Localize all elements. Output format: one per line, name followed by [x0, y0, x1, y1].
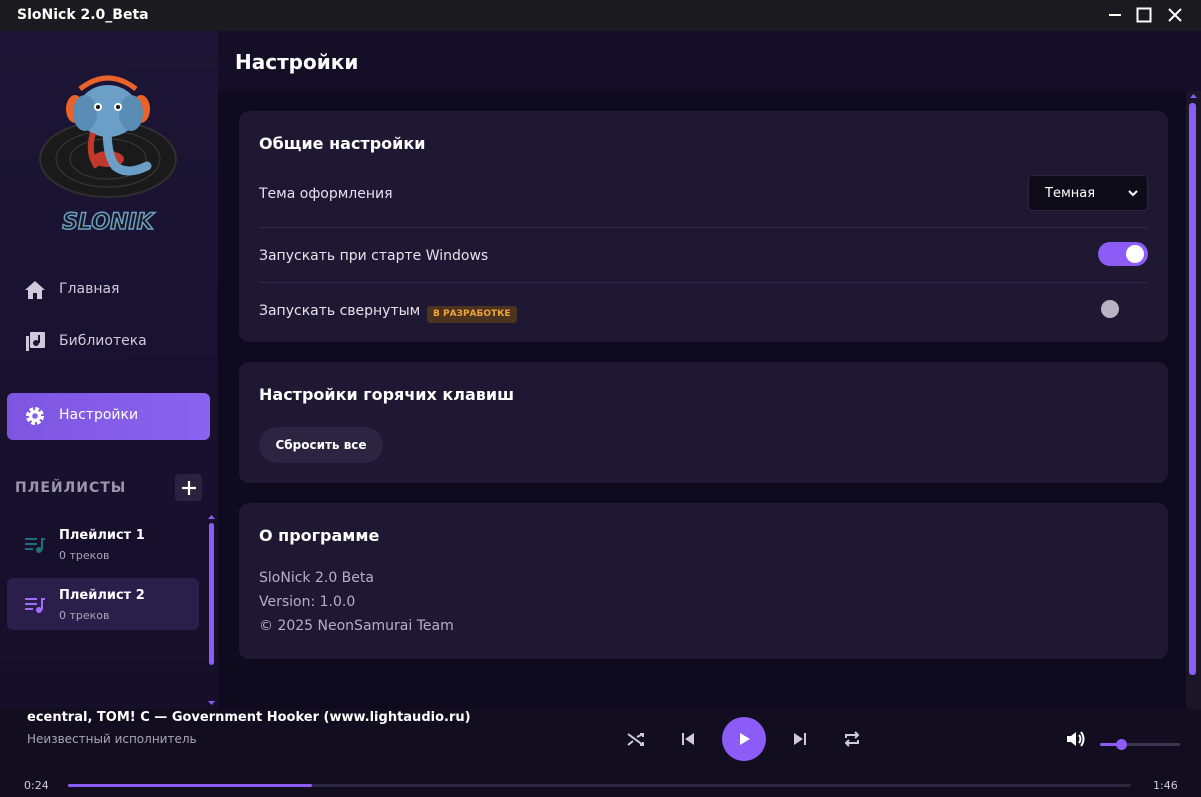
divider: [259, 282, 1148, 283]
previous-icon: [682, 733, 694, 745]
scroll-up-icon: [1190, 94, 1197, 98]
gear-icon: [26, 407, 44, 425]
playlist-icon: [25, 538, 45, 553]
nav-label: Главная: [59, 281, 120, 297]
playlist-count: 0 треков: [59, 549, 110, 562]
theme-label: Тема оформления: [259, 186, 393, 202]
autostart-label: Запускать при старте Windows: [259, 248, 489, 264]
volume-button[interactable]: [1062, 726, 1088, 752]
next-button[interactable]: [787, 726, 813, 752]
general-settings-card: Общие настройки Тема оформления Темная З…: [239, 111, 1168, 342]
playlist-name: Плейлист 2: [59, 588, 145, 603]
sidebar: SLONIK Главная Библиотека Настройки ПЛЕЙ…: [0, 31, 218, 709]
card-title: Настройки горячих клавиш: [259, 385, 515, 404]
home-icon: [25, 281, 45, 299]
about-copyright: © 2025 NeonSamurai Team: [259, 618, 454, 634]
maximize-button[interactable]: [1133, 5, 1155, 25]
nav-item-settings[interactable]: Настройки: [7, 393, 210, 440]
page-header: Настройки: [218, 31, 1201, 91]
playlists-header: ПЛЕЙЛИСТЫ: [15, 480, 127, 496]
nav-label: Настройки: [59, 407, 139, 423]
theme-select[interactable]: Темная: [1028, 175, 1148, 211]
playlist-icon: [25, 598, 45, 613]
nav-item-home[interactable]: Главная: [7, 267, 210, 314]
progress-fill: [68, 784, 312, 787]
next-icon: [794, 733, 806, 745]
minimize-button[interactable]: [1104, 5, 1126, 25]
card-title: Общие настройки: [259, 134, 426, 153]
shuffle-button[interactable]: [623, 726, 649, 752]
playlist-count: 0 треков: [59, 609, 110, 622]
divider: [259, 227, 1148, 228]
total-time: 1:46: [1153, 779, 1178, 792]
track-title: ecentral, TOM! C — Government Hooker (ww…: [27, 710, 471, 725]
card-title: О программе: [259, 526, 380, 545]
close-icon: [1168, 8, 1182, 22]
track-artist: Неизвестный исполнитель: [27, 732, 197, 746]
app-logo: SLONIK: [39, 75, 177, 236]
reset-all-button[interactable]: Сбросить все: [259, 427, 383, 463]
nav-item-library[interactable]: Библиотека: [7, 319, 210, 366]
page-title: Настройки: [235, 50, 359, 74]
shuffle-icon: [627, 733, 644, 746]
main-content: Настройки Общие настройки Тема оформлени…: [218, 31, 1201, 709]
previous-button[interactable]: [675, 726, 701, 752]
repeat-icon: [844, 731, 860, 747]
minimize-icon: [1109, 14, 1121, 16]
player-bar: ecentral, TOM! C — Government Hooker (ww…: [0, 709, 1201, 797]
main-scroll-thumb[interactable]: [1189, 103, 1196, 675]
in-development-badge: В РАЗРАБОТКЕ: [427, 306, 517, 323]
playlist-name: Плейлист 1: [59, 528, 145, 543]
add-playlist-button[interactable]: [175, 474, 202, 501]
current-time: 0:24: [24, 779, 49, 792]
title-bar: SloNick 2.0_Beta: [0, 0, 1201, 31]
nav-label: Библиотека: [59, 333, 147, 349]
scroll-down-icon: [208, 701, 215, 705]
logo-text: SLONIK: [62, 210, 155, 235]
minimized-label: Запускать свернутым: [259, 303, 421, 319]
window-title: SloNick 2.0_Beta: [17, 7, 149, 23]
library-icon: [26, 332, 45, 351]
about-app-name: SloNick 2.0 Beta: [259, 570, 374, 586]
playlist-item[interactable]: Плейлист 2 0 треков: [7, 578, 199, 630]
playlist-item[interactable]: Плейлист 1 0 треков: [7, 518, 199, 570]
autostart-toggle[interactable]: [1098, 242, 1148, 266]
scroll-up-icon: [208, 515, 215, 519]
about-version: Version: 1.0.0: [259, 594, 356, 610]
maximize-icon: [1136, 7, 1152, 23]
playlist-scroll-thumb[interactable]: [209, 523, 214, 665]
close-button[interactable]: [1164, 5, 1186, 25]
toggle-knob: [1126, 245, 1144, 263]
volume-icon: [1067, 731, 1085, 747]
minimized-toggle[interactable]: [1101, 300, 1119, 318]
chevron-down-icon: [1128, 190, 1138, 197]
play-icon: [740, 733, 750, 745]
plus-icon: [181, 480, 196, 495]
about-card: О программе SloNick 2.0 Beta Version: 1.…: [239, 503, 1168, 659]
hotkeys-card: Настройки горячих клавиш Сбросить все: [239, 362, 1168, 483]
volume-knob[interactable]: [1116, 739, 1127, 750]
play-button[interactable]: [722, 717, 766, 761]
repeat-button[interactable]: [839, 726, 865, 752]
theme-select-value: Темная: [1045, 186, 1096, 201]
